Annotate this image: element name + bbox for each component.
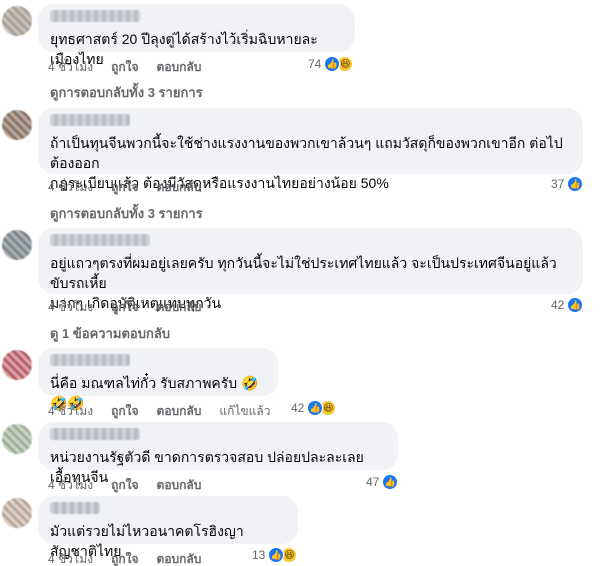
like-button[interactable]: ถูกใจ xyxy=(111,298,138,317)
comment-actions: 4 ชั่วโมง ถูกใจ ตอบกลับ xyxy=(48,550,219,566)
comment-bubble: อยู่แถวๆตรงที่ผมอยู่เลยครับ ทุกวันนี้จะไ… xyxy=(38,228,583,311)
comment-bubble: มัวแต่รวยไม่ไหวอนาคตโรฮิงญาสัญชาติไทย xyxy=(38,496,298,559)
reaction-count: 37 xyxy=(551,177,565,191)
commenter-name-blurred[interactable] xyxy=(50,234,150,246)
view-replies-label: ดู 1 ข้อความตอบกลับ xyxy=(50,326,171,341)
reaction-count: 47 xyxy=(366,475,380,489)
comment-bubble: ยุทธศาสตร์ 20 ปีลุงตู่ได้สร้างไว้เริ่มฉิ… xyxy=(38,4,355,67)
like-button[interactable]: ถูกใจ xyxy=(111,178,138,197)
reaction-summary[interactable]: 13 👍 😆 xyxy=(252,547,298,563)
comment-time[interactable]: 4 ชั่วโมง xyxy=(48,550,93,566)
comment-time[interactable]: 4 ชั่วโมง xyxy=(48,298,93,317)
like-icon: 👍 xyxy=(567,297,584,313)
reply-button[interactable]: ตอบกลับ xyxy=(157,298,202,317)
view-replies-link[interactable]: ดู 1 ข้อความตอบกลับ xyxy=(44,323,170,344)
avatar[interactable] xyxy=(2,498,32,528)
avatar[interactable] xyxy=(2,6,32,36)
reply-button[interactable]: ตอบกลับ xyxy=(157,550,202,566)
reaction-summary[interactable]: 47 👍 xyxy=(366,474,399,490)
reaction-summary[interactable]: 42 👍 xyxy=(551,297,584,313)
view-replies-label: ดูการตอบกลับทั้ง 3 รายการ xyxy=(50,85,203,100)
reaction-count: 13 xyxy=(252,548,266,562)
like-icon: 👍 xyxy=(382,474,399,490)
reaction-summary[interactable]: 42 👍 😆 xyxy=(291,400,337,416)
comment-actions: 4 ชั่วโมง ถูกใจ ตอบกลับ xyxy=(48,476,219,495)
like-icon: 👍 xyxy=(324,56,341,72)
commenter-name-blurred[interactable] xyxy=(50,354,130,366)
commenter-name-blurred[interactable] xyxy=(50,114,130,126)
like-icon: 👍 xyxy=(268,547,285,563)
reply-button[interactable]: ตอบกลับ xyxy=(157,402,202,421)
comment-time[interactable]: 4 ชั่วโมง xyxy=(48,58,93,77)
comment-actions: 4 ชั่วโมง ถูกใจ ตอบกลับ xyxy=(48,298,219,317)
comment-bubble: ถ้าเป็นทุนจีนพวกนี้จะใช้ช่างแรงงานของพวก… xyxy=(38,108,583,191)
edited-label[interactable]: แก้ไขแล้ว xyxy=(219,402,270,421)
comment-time[interactable]: 4 ชั่วโมง xyxy=(48,178,93,197)
reaction-summary[interactable]: 74 👍 😆 xyxy=(308,56,354,72)
comment-actions: 4 ชั่วโมง ถูกใจ ตอบกลับ แก้ไขแล้ว xyxy=(48,402,288,421)
commenter-name-blurred[interactable] xyxy=(50,10,140,22)
comment-actions: 4 ชั่วโมง ถูกใจ ตอบกลับ xyxy=(48,58,219,77)
avatar[interactable] xyxy=(2,424,32,454)
commenter-name-blurred[interactable] xyxy=(50,502,100,514)
comment-time[interactable]: 4 ชั่วโมง xyxy=(48,402,93,421)
avatar[interactable] xyxy=(2,230,32,260)
like-icon: 👍 xyxy=(307,400,324,416)
like-icon: 👍 xyxy=(567,176,584,192)
comment-bubble: หน่วยงานรัฐตัวดี ขาดการตรวจสอบ ปล่อยปละล… xyxy=(38,422,398,485)
like-button[interactable]: ถูกใจ xyxy=(111,58,138,77)
view-replies-link[interactable]: ดูการตอบกลับทั้ง 3 รายการ xyxy=(44,82,203,103)
comment-time[interactable]: 4 ชั่วโมง xyxy=(48,476,93,495)
avatar[interactable] xyxy=(2,350,32,380)
comment-actions: 4 ชั่วโมง ถูกใจ ตอบกลับ xyxy=(48,178,219,197)
comment-bubble: นี่คือ มณฑลไท่กั๋ว รับสภาพครับ 🤣🤣🤣 xyxy=(38,348,278,411)
like-button[interactable]: ถูกใจ xyxy=(111,550,138,566)
view-replies-label: ดูการตอบกลับทั้ง 3 รายการ xyxy=(50,206,203,221)
reaction-summary[interactable]: 37 👍 xyxy=(551,176,584,192)
reaction-count: 42 xyxy=(291,401,305,415)
reply-button[interactable]: ตอบกลับ xyxy=(157,178,202,197)
reply-button[interactable]: ตอบกลับ xyxy=(157,58,202,77)
reaction-count: 42 xyxy=(551,298,565,312)
commenter-name-blurred[interactable] xyxy=(50,428,140,440)
reaction-count: 74 xyxy=(308,57,322,71)
like-button[interactable]: ถูกใจ xyxy=(111,476,138,495)
like-button[interactable]: ถูกใจ xyxy=(111,402,138,421)
view-replies-link[interactable]: ดูการตอบกลับทั้ง 3 รายการ xyxy=(44,203,203,224)
reply-button[interactable]: ตอบกลับ xyxy=(157,476,202,495)
avatar[interactable] xyxy=(2,110,32,140)
